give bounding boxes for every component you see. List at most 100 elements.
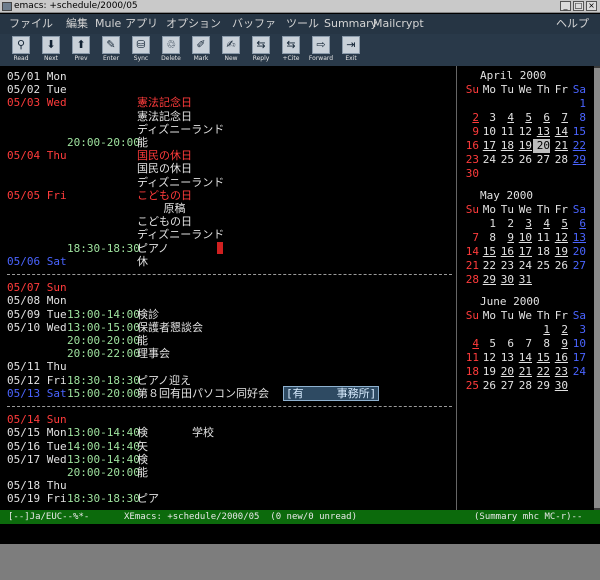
calendar-day[interactable]: 26 bbox=[479, 379, 496, 393]
calendar-day[interactable]: 22 bbox=[533, 365, 550, 379]
minimize-button[interactable]: _ bbox=[560, 1, 571, 11]
menu-apps[interactable]: アプリ bbox=[125, 17, 158, 31]
toolbar-forward-button[interactable]: ⇨ Forward bbox=[308, 36, 334, 65]
schedule-buffer[interactable]: 05/01 Mon 05/02 Tue 05/03 Wed 憲法記念日 憲法記念日 ディズ… bbox=[0, 66, 594, 510]
menu-mailcrypt[interactable]: Mailcrypt bbox=[373, 17, 424, 31]
calendar-day[interactable]: 30 bbox=[462, 167, 479, 181]
calendar-day[interactable]: 19 bbox=[551, 245, 568, 259]
calendar-day[interactable]: 19 bbox=[479, 365, 496, 379]
calendar-day[interactable]: 29 bbox=[479, 273, 496, 287]
calendar-day[interactable]: 9 bbox=[551, 337, 568, 351]
calendar-day[interactable]: 23 bbox=[497, 259, 514, 273]
calendar-day[interactable]: 25 bbox=[497, 153, 514, 167]
calendar-day[interactable]: 13 bbox=[533, 125, 550, 139]
toolbar-next-button[interactable]: ⬇ Next bbox=[38, 36, 64, 65]
calendar-day[interactable]: 13 bbox=[569, 231, 586, 245]
calendar-day[interactable]: 28 bbox=[515, 379, 532, 393]
menu-buffers[interactable]: バッファ bbox=[232, 17, 276, 31]
calendar-day[interactable]: 15 bbox=[569, 125, 586, 139]
calendar-day[interactable]: 15 bbox=[479, 245, 496, 259]
calendar-day[interactable]: 28 bbox=[551, 153, 568, 167]
calendar-day[interactable]: 15 bbox=[533, 351, 550, 365]
calendar-day[interactable]: 12 bbox=[515, 125, 532, 139]
calendar-day[interactable]: 8 bbox=[479, 231, 496, 245]
calendar-day[interactable]: 1 bbox=[569, 97, 586, 111]
calendar-day[interactable]: 22 bbox=[479, 259, 496, 273]
calendar-day[interactable]: 5 bbox=[515, 111, 532, 125]
calendar-day[interactable]: 25 bbox=[533, 259, 550, 273]
calendar-day[interactable]: 23 bbox=[462, 153, 479, 167]
calendar-day[interactable]: 17 bbox=[479, 139, 496, 153]
calendar-day[interactable]: 12 bbox=[479, 351, 496, 365]
menu-file[interactable]: ファイル bbox=[9, 17, 53, 31]
calendar-day[interactable]: 16 bbox=[462, 139, 479, 153]
calendar-day[interactable]: 7 bbox=[462, 231, 479, 245]
calendar-day[interactable]: 6 bbox=[569, 217, 586, 231]
calendar-day[interactable]: 24 bbox=[569, 365, 586, 379]
calendar-day[interactable]: 14 bbox=[515, 351, 532, 365]
calendar-day[interactable]: 14 bbox=[551, 125, 568, 139]
calendar-day[interactable]: 12 bbox=[551, 231, 568, 245]
calendar-day[interactable]: 4 bbox=[533, 217, 550, 231]
title-bar[interactable]: emacs: +schedule/2000/05 _ □ × bbox=[0, 0, 600, 13]
calendar-day[interactable]: 6 bbox=[497, 337, 514, 351]
menu-edit[interactable]: 編集 bbox=[66, 17, 88, 31]
toolbar-new-button[interactable]: ✍ New bbox=[218, 36, 244, 65]
toolbar-sync-button[interactable]: ⛁ Sync bbox=[128, 36, 154, 65]
calendar-day[interactable]: 20 bbox=[533, 139, 550, 153]
calendar-day[interactable]: 18 bbox=[497, 139, 514, 153]
calendar-day[interactable]: 26 bbox=[515, 153, 532, 167]
vertical-scrollbar[interactable] bbox=[594, 66, 600, 510]
calendar-day[interactable]: 2 bbox=[462, 111, 479, 125]
calendar-day[interactable]: 3 bbox=[569, 323, 586, 337]
maximize-button[interactable]: □ bbox=[573, 1, 584, 11]
calendar-day[interactable]: 16 bbox=[551, 351, 568, 365]
calendar-day[interactable]: 26 bbox=[551, 259, 568, 273]
minibuffer[interactable] bbox=[0, 524, 600, 544]
calendar-day[interactable]: 9 bbox=[497, 231, 514, 245]
toolbar-read-button[interactable]: ⚲ Read bbox=[8, 36, 34, 65]
toolbar-enter-button[interactable]: ✎ Enter bbox=[98, 36, 124, 65]
calendar-day[interactable]: 31 bbox=[515, 273, 532, 287]
calendar-day[interactable]: 24 bbox=[479, 153, 496, 167]
toolbar-delete-button[interactable]: ♲ Delete bbox=[158, 36, 184, 65]
calendar-day[interactable]: 17 bbox=[515, 245, 532, 259]
menu-options[interactable]: オプション bbox=[166, 17, 221, 31]
calendar-day[interactable]: 30 bbox=[497, 273, 514, 287]
scrollbar-thumb[interactable] bbox=[594, 68, 600, 508]
calendar-day[interactable]: 24 bbox=[515, 259, 532, 273]
calendar-day[interactable]: 20 bbox=[497, 365, 514, 379]
calendar-day[interactable]: 27 bbox=[569, 259, 586, 273]
calendar-day[interactable]: 25 bbox=[462, 379, 479, 393]
calendar-day[interactable]: 16 bbox=[497, 245, 514, 259]
calendar-day[interactable]: 1 bbox=[479, 217, 496, 231]
calendar-day[interactable]: 1 bbox=[533, 323, 550, 337]
calendar-day[interactable]: 7 bbox=[551, 111, 568, 125]
calendar-day[interactable]: 4 bbox=[497, 111, 514, 125]
calendar-day[interactable]: 27 bbox=[497, 379, 514, 393]
calendar-day[interactable]: 30 bbox=[551, 379, 568, 393]
calendar-day[interactable]: 2 bbox=[551, 323, 568, 337]
toolbar-mark-button[interactable]: ✐ Mark bbox=[188, 36, 214, 65]
menu-mule[interactable]: Mule bbox=[95, 17, 121, 31]
calendar-day[interactable]: 21 bbox=[551, 139, 568, 153]
calendar-day[interactable]: 10 bbox=[515, 231, 532, 245]
calendar-day[interactable]: 20 bbox=[569, 245, 586, 259]
calendar-day[interactable]: 3 bbox=[515, 217, 532, 231]
calendar-day[interactable]: 10 bbox=[479, 125, 496, 139]
calendar-day[interactable]: 10 bbox=[569, 337, 586, 351]
calendar-day[interactable]: 9 bbox=[462, 125, 479, 139]
calendar-day[interactable]: 2 bbox=[497, 217, 514, 231]
calendar-day[interactable]: 6 bbox=[533, 111, 550, 125]
calendar-day[interactable]: 18 bbox=[462, 365, 479, 379]
toolbar-cite-button[interactable]: ⇆ +Cite bbox=[278, 36, 304, 65]
calendar-day[interactable]: 19 bbox=[515, 139, 532, 153]
calendar-day[interactable]: 8 bbox=[533, 337, 550, 351]
calendar-day[interactable]: 28 bbox=[462, 273, 479, 287]
toolbar-exit-button[interactable]: ⇥ Exit bbox=[338, 36, 364, 65]
calendar-day[interactable]: 4 bbox=[462, 337, 479, 351]
menu-tools[interactable]: ツール bbox=[286, 17, 319, 31]
calendar-day[interactable]: 18 bbox=[533, 245, 550, 259]
calendar-day[interactable]: 29 bbox=[533, 379, 550, 393]
calendar-day[interactable]: 29 bbox=[569, 153, 586, 167]
